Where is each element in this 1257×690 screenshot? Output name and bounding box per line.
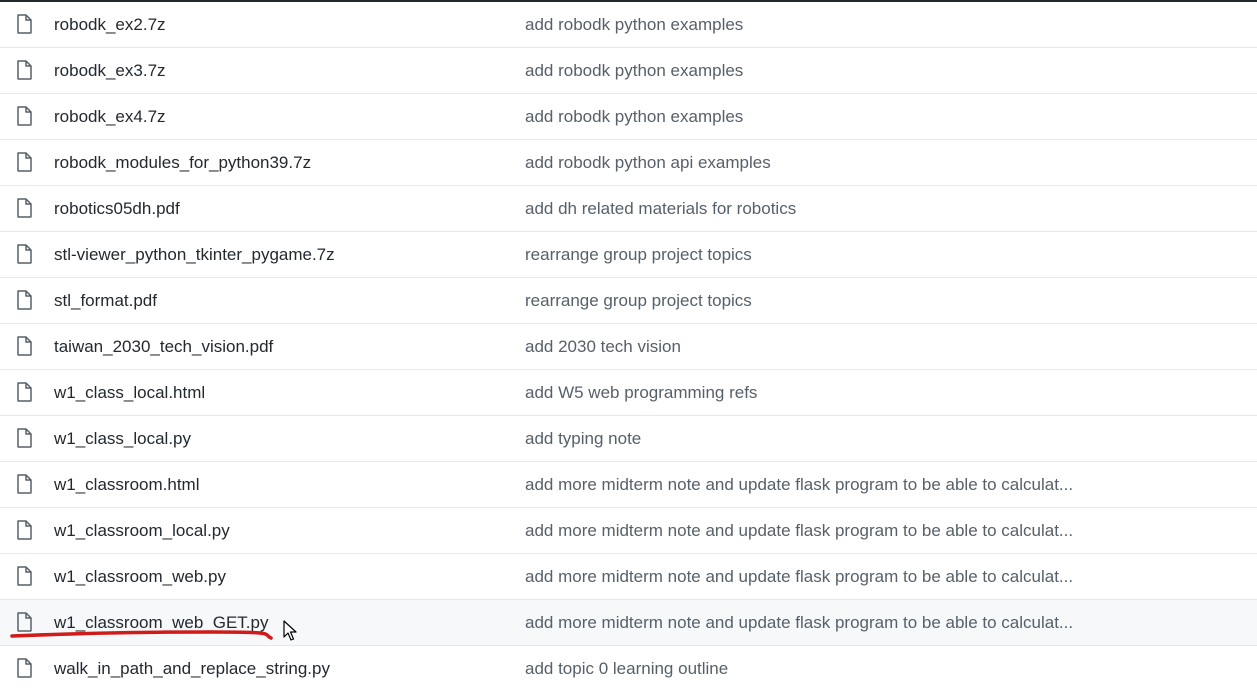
file-name-link[interactable]: robodk_ex3.7z xyxy=(54,48,166,93)
file-icon xyxy=(16,658,32,678)
table-row[interactable]: walk_in_path_and_replace_string.py add t… xyxy=(0,646,1257,690)
commit-message-link[interactable]: add typing note xyxy=(525,416,641,461)
table-row[interactable]: robodk_modules_for_python39.7z add robod… xyxy=(0,140,1257,186)
table-row[interactable]: robodk_ex4.7z add robodk python examples xyxy=(0,94,1257,140)
file-name-link[interactable]: robodk_ex2.7z xyxy=(54,2,166,47)
commit-message-link[interactable]: rearrange group project topics xyxy=(525,278,752,323)
commit-message-link[interactable]: rearrange group project topics xyxy=(525,232,752,277)
table-row[interactable]: robotics05dh.pdf add dh related material… xyxy=(0,186,1257,232)
table-row-hovered[interactable]: w1_classroom_web_GET.py add more midterm… xyxy=(0,600,1257,646)
table-row[interactable]: stl-viewer_python_tkinter_pygame.7z rear… xyxy=(0,232,1257,278)
file-list: robodk_ex2.7z add robodk python examples… xyxy=(0,2,1257,690)
file-name-link[interactable]: w1_class_local.html xyxy=(54,370,205,415)
commit-message-link[interactable]: add robodk python examples xyxy=(525,2,743,47)
file-icon xyxy=(16,290,32,310)
file-name-link[interactable]: robodk_ex4.7z xyxy=(54,94,166,139)
commit-message-link[interactable]: add more midterm note and update flask p… xyxy=(525,600,1073,645)
table-row[interactable]: w1_classroom_web.py add more midterm not… xyxy=(0,554,1257,600)
table-row[interactable]: w1_class_local.html add W5 web programmi… xyxy=(0,370,1257,416)
file-name-link[interactable]: w1_classroom_web_GET.py xyxy=(54,600,268,645)
file-name-link[interactable]: w1_classroom_local.py xyxy=(54,508,230,553)
file-icon xyxy=(16,428,32,448)
commit-message-link[interactable]: add robodk python examples xyxy=(525,48,743,93)
file-icon xyxy=(16,106,32,126)
file-icon xyxy=(16,612,32,632)
file-name-link[interactable]: taiwan_2030_tech_vision.pdf xyxy=(54,324,273,369)
file-name-link[interactable]: robodk_modules_for_python39.7z xyxy=(54,140,311,185)
table-row[interactable]: w1_classroom_local.py add more midterm n… xyxy=(0,508,1257,554)
commit-message-link[interactable]: add W5 web programming refs xyxy=(525,370,757,415)
commit-message-link[interactable]: add robodk python examples xyxy=(525,94,743,139)
file-icon xyxy=(16,152,32,172)
file-name-link[interactable]: walk_in_path_and_replace_string.py xyxy=(54,646,330,690)
file-icon xyxy=(16,14,32,34)
file-icon xyxy=(16,520,32,540)
commit-message-link[interactable]: add topic 0 learning outline xyxy=(525,646,728,690)
file-icon xyxy=(16,336,32,356)
commit-message-link[interactable]: add dh related materials for robotics xyxy=(525,186,796,231)
file-icon xyxy=(16,198,32,218)
table-row[interactable]: w1_classroom.html add more midterm note … xyxy=(0,462,1257,508)
file-name-link[interactable]: w1_class_local.py xyxy=(54,416,191,461)
commit-message-link[interactable]: add more midterm note and update flask p… xyxy=(525,554,1073,599)
table-row[interactable]: taiwan_2030_tech_vision.pdf add 2030 tec… xyxy=(0,324,1257,370)
file-icon xyxy=(16,382,32,402)
file-name-link[interactable]: stl_format.pdf xyxy=(54,278,157,323)
file-icon xyxy=(16,566,32,586)
table-row[interactable]: robodk_ex3.7z add robodk python examples xyxy=(0,48,1257,94)
file-name-link[interactable]: w1_classroom.html xyxy=(54,462,200,507)
table-row[interactable]: robodk_ex2.7z add robodk python examples xyxy=(0,2,1257,48)
table-row[interactable]: w1_class_local.py add typing note xyxy=(0,416,1257,462)
file-icon xyxy=(16,474,32,494)
file-name-link[interactable]: stl-viewer_python_tkinter_pygame.7z xyxy=(54,232,335,277)
file-icon xyxy=(16,244,32,264)
file-icon xyxy=(16,60,32,80)
file-name-link[interactable]: robotics05dh.pdf xyxy=(54,186,180,231)
file-browser-page: robodk_ex2.7z add robodk python examples… xyxy=(0,0,1257,690)
commit-message-link[interactable]: add 2030 tech vision xyxy=(525,324,681,369)
commit-message-link[interactable]: add more midterm note and update flask p… xyxy=(525,462,1073,507)
file-name-link[interactable]: w1_classroom_web.py xyxy=(54,554,226,599)
commit-message-link[interactable]: add robodk python api examples xyxy=(525,140,771,185)
table-row[interactable]: stl_format.pdf rearrange group project t… xyxy=(0,278,1257,324)
commit-message-link[interactable]: add more midterm note and update flask p… xyxy=(525,508,1073,553)
